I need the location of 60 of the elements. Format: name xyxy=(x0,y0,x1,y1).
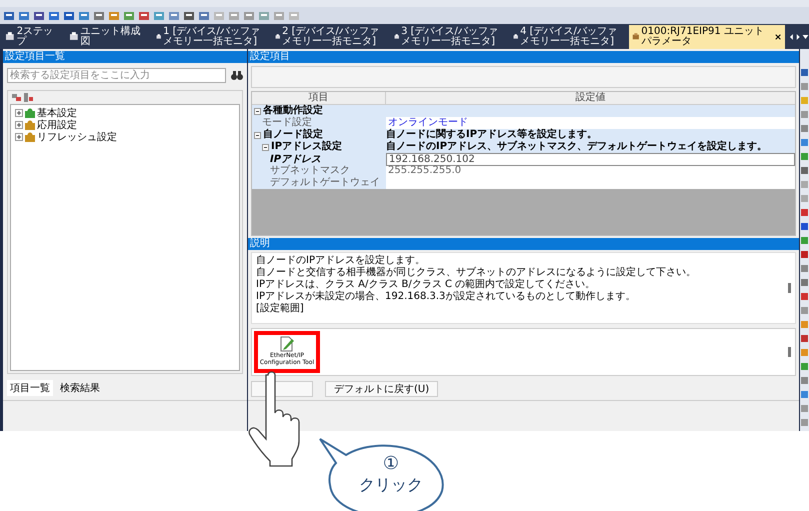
panel-tab[interactable]: 検索結果 xyxy=(57,380,103,396)
collapse-icon[interactable] xyxy=(254,132,261,138)
document-tab[interactable]: 2ステップ xyxy=(2,25,65,49)
column-header: 項目 xyxy=(252,92,386,104)
toolbar-icon[interactable] xyxy=(183,10,195,22)
group-description: 自ノードに関するIPアドレス等を設定します。 xyxy=(386,129,598,140)
document-tab[interactable]: 3 [デバイス/バッファメモリー一括モニタ] xyxy=(390,25,509,49)
toolbar-icon[interactable] xyxy=(78,10,90,22)
expand-all-icon[interactable] xyxy=(12,93,21,102)
close-icon[interactable] xyxy=(775,33,782,41)
document-tab[interactable]: 4 [デバイス/バッファメモリー一括モニタ] xyxy=(510,25,628,49)
expand-icon[interactable] xyxy=(15,133,23,141)
document-tab[interactable]: 0100:RJ71EIP91 ユニットパラメータ xyxy=(628,25,785,49)
description-line: IPアドレスが未設定の場合、192.168.3.3が設定されているものとして動作します。 xyxy=(256,291,636,302)
callout-text: クリック xyxy=(359,475,423,495)
panel-tab[interactable]: 項目一覧 xyxy=(7,380,53,396)
toolbar-icon[interactable] xyxy=(198,10,210,22)
panel-title: 設定項目 xyxy=(248,51,799,63)
collapse-icon[interactable] xyxy=(254,108,261,114)
toolbar-icon[interactable] xyxy=(63,10,75,22)
value-field[interactable]: 192.168.250.102 xyxy=(386,153,795,166)
tab-scroll-arrows-icon[interactable] xyxy=(788,32,809,42)
step-number: ① xyxy=(382,453,400,475)
toolbar-icon[interactable] xyxy=(168,10,180,22)
toolbar-icon[interactable] xyxy=(3,10,15,22)
module-icon xyxy=(632,32,640,42)
tree-item[interactable]: 基本設定 xyxy=(37,106,77,120)
edit-document-icon xyxy=(279,336,295,352)
tree-item[interactable]: 応用設定 xyxy=(37,118,77,132)
description-line: IPアドレスは、クラス A/クラス B/クラス C の範囲内で設定してください。 xyxy=(256,279,596,290)
value-text: 255.255.255.0 xyxy=(387,165,462,176)
search-field[interactable]: 検索する設定項目をここに入力 xyxy=(7,68,226,83)
toolbar-icon[interactable] xyxy=(123,10,135,22)
value-dropdown[interactable]: オンラインモード xyxy=(386,117,468,128)
toolbar-icon[interactable] xyxy=(33,10,45,22)
collapse-all-icon[interactable] xyxy=(24,93,33,102)
scrollbar-thumb[interactable] xyxy=(788,283,791,293)
expand-icon[interactable] xyxy=(15,121,23,129)
document-tab[interactable]: ユニット構成図 xyxy=(66,25,152,49)
expand-icon[interactable] xyxy=(15,109,23,117)
restore-default-button[interactable]: デフォルトに戻す(U) xyxy=(325,381,438,397)
panel-title: 説明 xyxy=(248,238,799,250)
toolbar-icon[interactable] xyxy=(138,10,150,22)
panel-title: 設定項目一覧 xyxy=(3,51,247,63)
description-line: [設定範囲] xyxy=(256,303,305,315)
column-header: 設定値 xyxy=(574,92,606,104)
toolbar-icon[interactable] xyxy=(93,10,105,22)
tree-item[interactable]: リフレッシュ設定 xyxy=(37,130,117,144)
description-line: 自ノードと交信する相手機器が同じクラス、サブネットのアドレスになるように設定して下さい。 xyxy=(256,267,697,278)
toolbar-icon[interactable] xyxy=(48,10,60,22)
collapse-icon[interactable] xyxy=(262,144,269,150)
module-icon xyxy=(5,32,15,42)
scrollbar-thumb[interactable] xyxy=(788,347,791,357)
document-tab[interactable]: 1 [デバイス/バッファメモリー一括モニタ] xyxy=(152,25,271,49)
toolbar-icon[interactable] xyxy=(18,10,30,22)
description-line: 自ノードのIPアドレスを設定します。 xyxy=(256,255,426,266)
group-description: 自ノードのIPアドレス、サブネットマスク、デフォルトゲートウェイを設定します。 xyxy=(386,141,768,152)
document-tab[interactable]: 2 [デバイス/バッファメモリー一括モニタ] xyxy=(272,25,390,49)
module-icon xyxy=(68,32,79,42)
binoculars-icon[interactable] xyxy=(231,70,243,81)
